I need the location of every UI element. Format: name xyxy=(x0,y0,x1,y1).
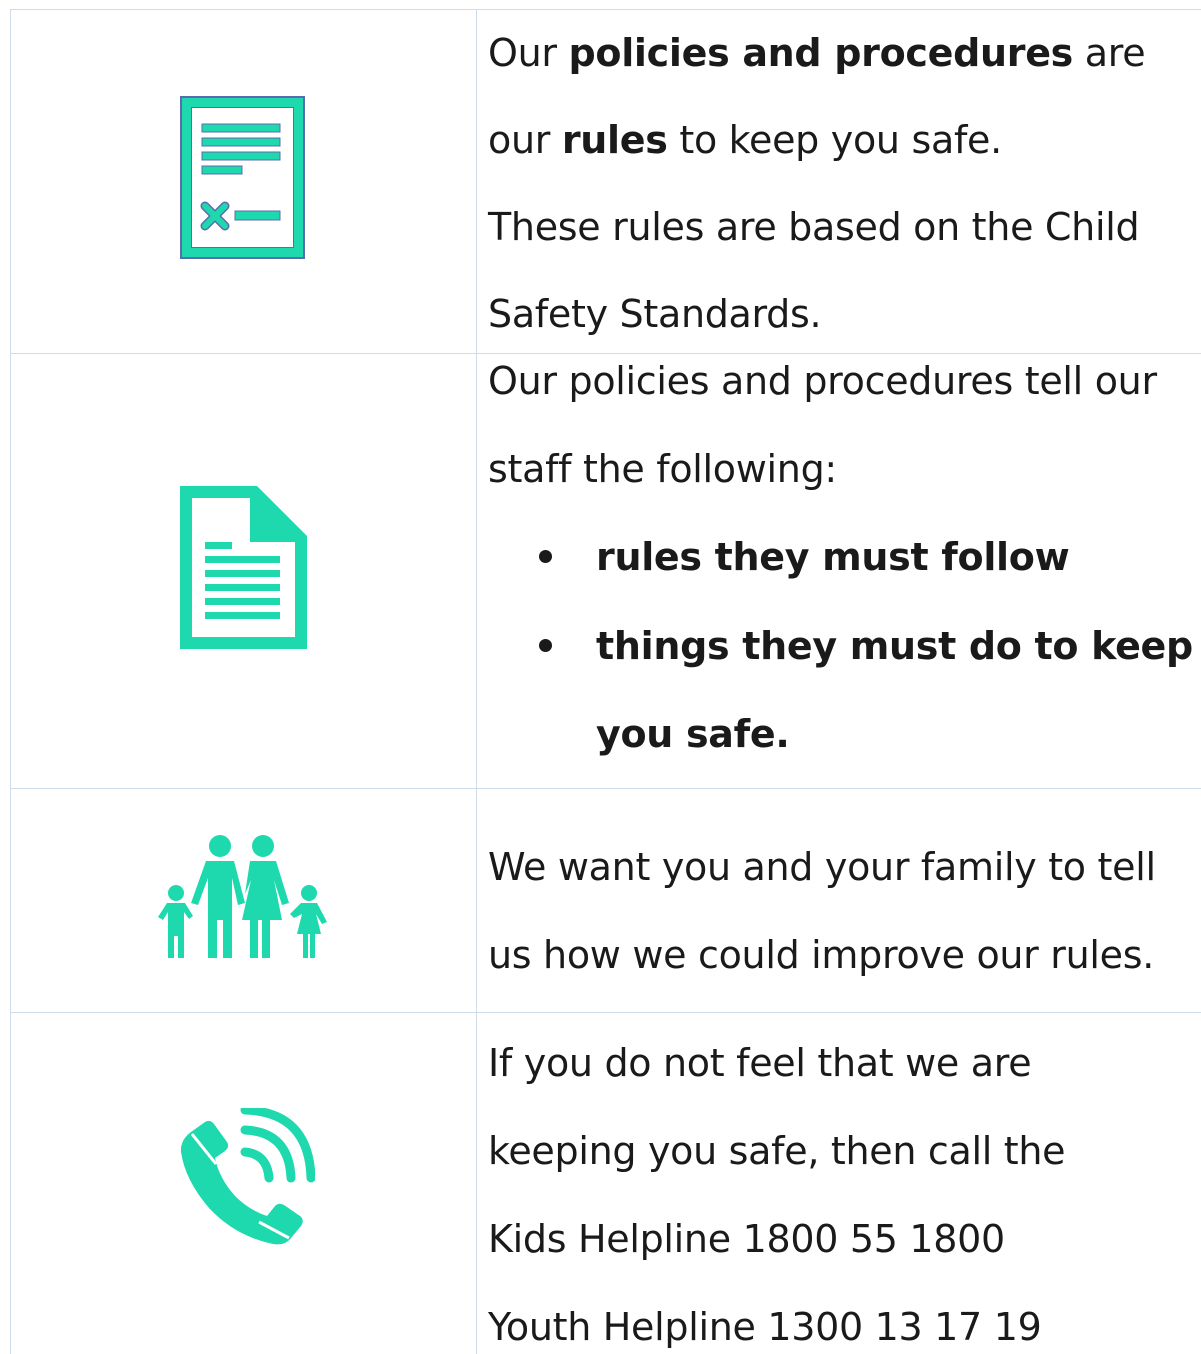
text-line: Kids Helpline 1800 55 1800 xyxy=(488,1217,1005,1261)
icon-cell xyxy=(10,788,476,1012)
text-line: staff the following: xyxy=(488,447,837,491)
text-line: our rules to keep you safe. xyxy=(488,118,1002,162)
text-cell: We want you and your family to tell us h… xyxy=(477,788,1201,1012)
icon-cell xyxy=(10,353,476,788)
easy-read-table: Our policies and procedures are our rule… xyxy=(10,9,1201,1354)
bullet-text: rules they must follow xyxy=(596,535,1070,579)
text-line: We want you and your family to tell xyxy=(488,845,1156,889)
text-line: Our policies and procedures tell our xyxy=(488,359,1157,403)
table-row: Our policies and procedures tell our sta… xyxy=(10,353,1201,788)
table-row: If you do not feel that we are keeping y… xyxy=(10,1012,1201,1354)
bullet-text: things they must do to keep xyxy=(596,624,1193,668)
text-line: us how we could improve our rules. xyxy=(488,933,1155,977)
text-cell: Our policies and procedures are our rule… xyxy=(477,9,1201,353)
family-icon xyxy=(158,835,327,958)
table-row: Our policies and procedures are our rule… xyxy=(10,9,1201,353)
text-cell: Our policies and procedures tell our sta… xyxy=(477,353,1201,788)
text-cell: If you do not feel that we are keeping y… xyxy=(477,1012,1201,1354)
phone-call-icon xyxy=(180,1108,315,1245)
text-line: Youth Helpline 1300 13 17 19 xyxy=(488,1305,1042,1349)
text-line: keeping you safe, then call the xyxy=(488,1129,1066,1173)
icon-cell xyxy=(10,1012,476,1354)
icon-cell xyxy=(10,9,476,353)
bullet-text: you safe. xyxy=(596,712,790,756)
bullet-dot xyxy=(539,550,552,563)
table-row: We want you and your family to tell us h… xyxy=(10,788,1201,1012)
text-line: Our policies and procedures are xyxy=(488,31,1146,75)
text-line: Safety Standards. xyxy=(488,292,822,336)
text-line: These rules are based on the Child xyxy=(488,205,1140,249)
text-line: If you do not feel that we are xyxy=(488,1041,1032,1085)
bullet-dot xyxy=(539,639,552,652)
document-checklist-icon xyxy=(180,96,305,259)
document-page-icon xyxy=(180,486,307,649)
